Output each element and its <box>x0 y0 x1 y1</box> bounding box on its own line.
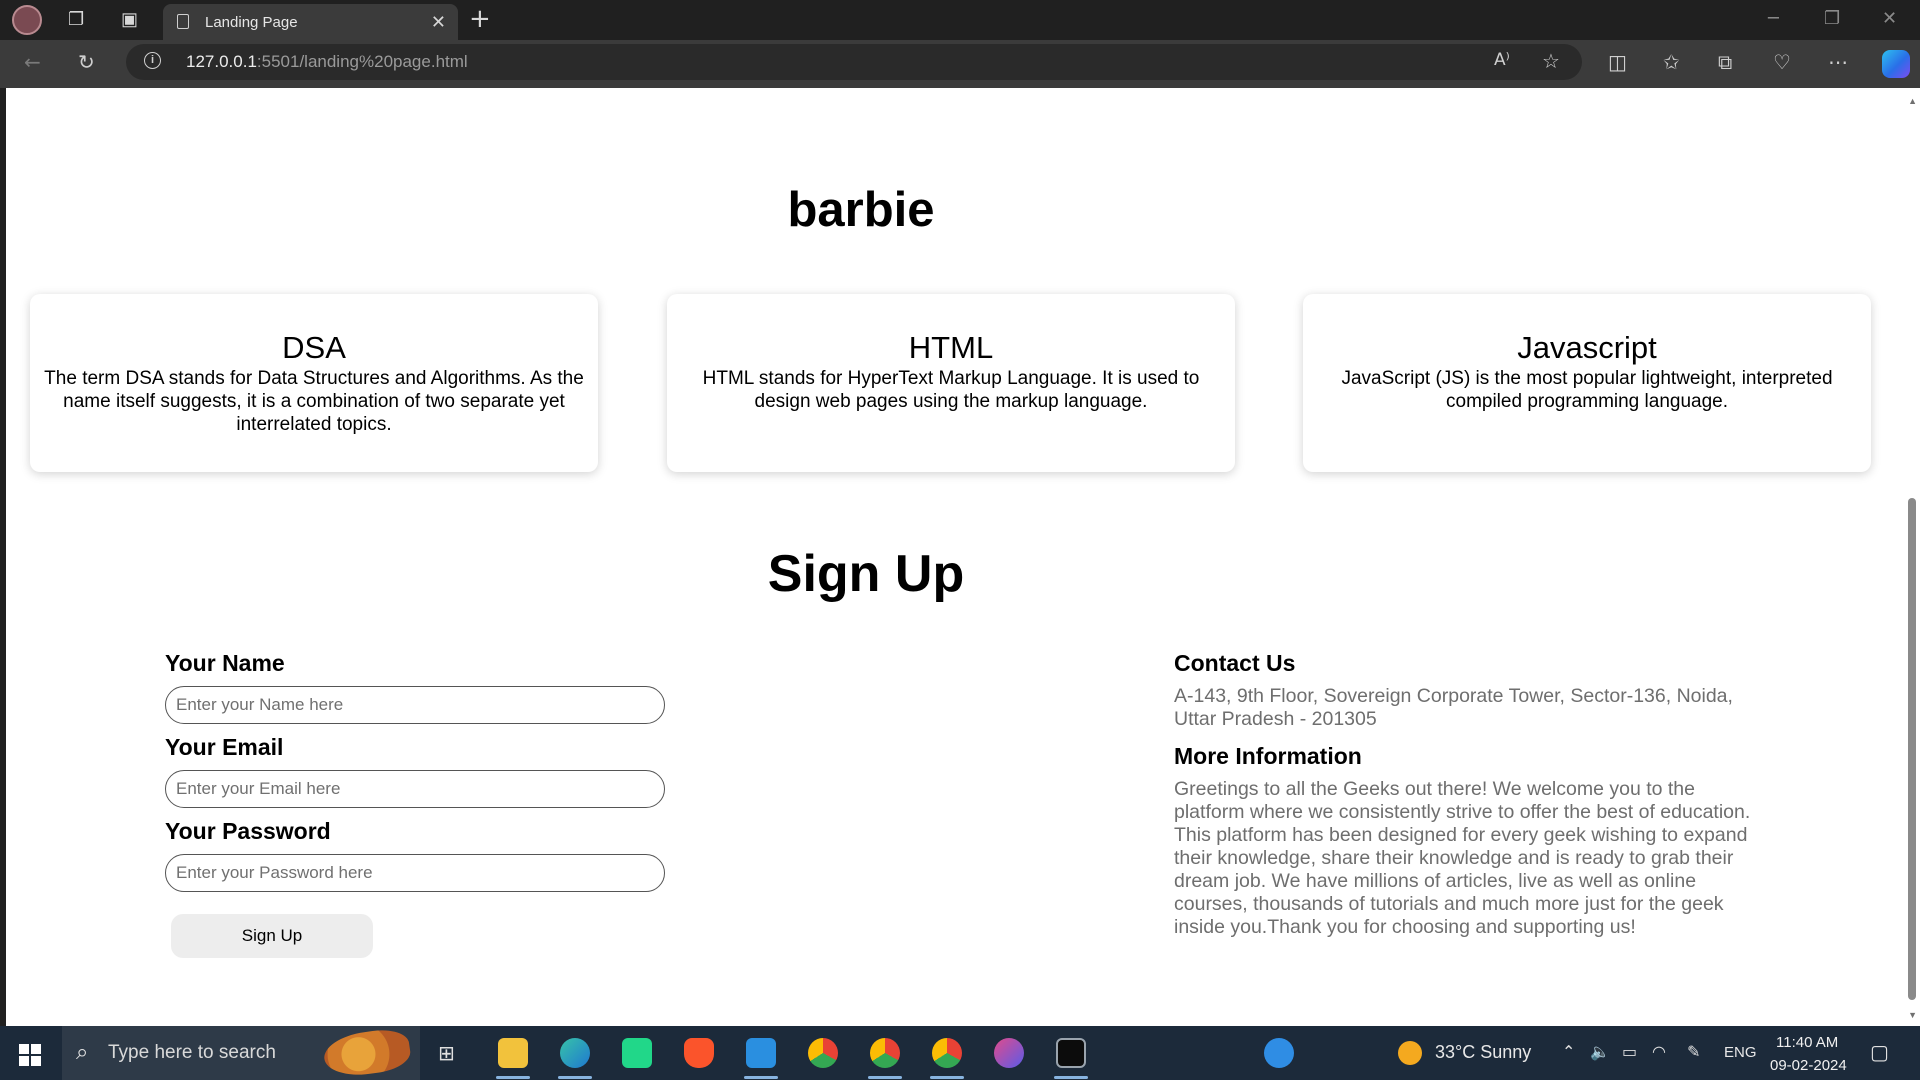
card-html: HTML HTML stands for HyperText Markup La… <box>667 294 1235 472</box>
contact-address: A-143, 9th Floor, Sovereign Corporate To… <box>1174 685 1733 730</box>
contact-section: Contact Us A-143, 9th Floor, Sovereign C… <box>1174 650 1754 939</box>
active-indicator <box>558 1076 592 1079</box>
favorites-icon[interactable]: ✩ <box>1663 52 1680 72</box>
close-window-icon[interactable]: ✕ <box>1882 8 1897 29</box>
browser-essentials-icon[interactable]: ♡ <box>1773 52 1791 72</box>
get-help-icon[interactable] <box>1264 1038 1294 1068</box>
windows-start-icon[interactable] <box>19 1044 41 1066</box>
minimize-icon[interactable]: ─ <box>1768 8 1779 29</box>
wifi-icon[interactable]: ◠ <box>1652 1042 1666 1061</box>
address-bar[interactable]: i 127.0.0.1:5501/landing%20page.html A⁾ … <box>126 44 1582 80</box>
card-title: DSA <box>282 330 346 365</box>
file-explorer-icon[interactable] <box>498 1038 528 1068</box>
browser-toolbar: ← ↻ i 127.0.0.1:5501/landing%20page.html… <box>0 40 1920 88</box>
back-icon[interactable]: ← <box>24 52 41 72</box>
tab-close-icon[interactable]: ✕ <box>431 12 446 33</box>
clock-date[interactable]: 09-02-2024 <box>1770 1057 1847 1074</box>
edge-browser-icon[interactable] <box>560 1038 590 1068</box>
new-tab-button[interactable]: + <box>469 6 491 32</box>
scroll-down-arrow-icon[interactable]: ▼ <box>1908 1010 1917 1020</box>
url-host: 127.0.0.1 <box>186 52 257 71</box>
discord-icon[interactable] <box>994 1038 1024 1068</box>
contact-heading: Contact Us <box>1174 650 1296 676</box>
page-title: barbie <box>787 183 935 237</box>
pen-icon[interactable]: ✎ <box>1687 1042 1700 1061</box>
email-label: Your Email <box>165 734 284 760</box>
clock-time[interactable]: 11:40 AM <box>1776 1034 1838 1051</box>
split-screen-icon[interactable]: ◫ <box>1608 52 1627 72</box>
favorite-star-icon[interactable]: ☆ <box>1542 51 1560 71</box>
site-info-icon[interactable]: i <box>144 52 161 69</box>
pycharm-icon[interactable] <box>622 1038 652 1068</box>
card-title: HTML <box>908 330 994 365</box>
scrollbar-thumb[interactable] <box>1908 498 1916 1000</box>
vertical-scrollbar[interactable]: ▲ ▼ <box>1904 88 1920 1026</box>
card-text: HTML stands for HyperText Markup Languag… <box>702 368 1200 412</box>
more-info-text: Greetings to all the Geeks out there! We… <box>1174 778 1751 938</box>
workspaces-icon[interactable]: ❐ <box>68 10 84 28</box>
name-input[interactable] <box>165 686 665 724</box>
page-icon <box>177 14 189 29</box>
active-indicator <box>496 1076 530 1079</box>
profile-avatar[interactable] <box>12 5 42 35</box>
brave-browser-icon[interactable] <box>684 1038 714 1068</box>
chrome-icon[interactable] <box>808 1038 838 1068</box>
active-indicator <box>744 1076 778 1079</box>
task-view-icon[interactable]: ⊞ <box>438 1041 455 1065</box>
taskbar-search-box[interactable]: ⌕ Type here to search <box>62 1026 420 1080</box>
terminal-icon[interactable] <box>1056 1038 1086 1068</box>
card-dsa: DSA The term DSA stands for Data Structu… <box>30 294 598 472</box>
refresh-icon[interactable]: ↻ <box>78 52 95 72</box>
language-indicator[interactable]: ENG <box>1724 1044 1757 1061</box>
show-hidden-icons-icon[interactable]: ⌃ <box>1562 1042 1575 1061</box>
chrome-profile-icon[interactable] <box>932 1038 962 1068</box>
card-text: JavaScript (JS) is the most popular ligh… <box>1341 368 1833 412</box>
password-input[interactable] <box>165 854 665 892</box>
card-javascript: Javascript JavaScript (JS) is the most p… <box>1303 294 1871 472</box>
more-info-heading: More Information <box>1174 743 1362 769</box>
signup-button[interactable]: Sign Up <box>171 914 373 958</box>
card-title: Javascript <box>1517 330 1657 365</box>
email-input[interactable] <box>165 770 665 808</box>
active-indicator <box>1054 1076 1088 1079</box>
copilot-icon[interactable] <box>1882 50 1910 78</box>
tab-actions-icon[interactable]: ▣ <box>121 10 138 28</box>
read-aloud-icon[interactable]: A⁾ <box>1494 52 1510 69</box>
chrome-profile-icon[interactable] <box>870 1038 900 1068</box>
more-menu-icon[interactable]: ⋯ <box>1828 52 1848 72</box>
tab-landing-page[interactable]: Landing Page ✕ <box>163 4 458 40</box>
name-label: Your Name <box>165 650 285 676</box>
page-viewport: barbie DSA The term DSA stands for Data … <box>6 88 1920 1026</box>
active-indicator <box>868 1076 902 1079</box>
signup-form: Your Name Your Email Your Password <box>165 650 685 892</box>
url-path: :5501/landing%20page.html <box>256 52 468 71</box>
card-text: The term DSA stands for Data Structures … <box>44 368 584 435</box>
search-placeholder: Type here to search <box>108 1042 276 1063</box>
password-label: Your Password <box>165 818 331 844</box>
browser-tab-bar: ❐ ▣ Landing Page ✕ + ─ ❐ ✕ <box>0 0 1920 40</box>
battery-icon[interactable]: ▭ <box>1622 1042 1637 1061</box>
search-icon: ⌕ <box>76 1040 89 1065</box>
search-highlight-pizza-icon[interactable] <box>321 1026 413 1080</box>
weather-text[interactable]: 33°C Sunny <box>1435 1042 1531 1063</box>
weather-sun-icon[interactable] <box>1398 1041 1422 1065</box>
windows-taskbar: ⌕ Type here to search ⊞ 33°C Sunny ⌃ 🔈 ▭… <box>0 1026 1920 1080</box>
vscode-icon[interactable] <box>746 1038 776 1068</box>
restore-icon[interactable]: ❐ <box>1824 8 1840 29</box>
active-indicator <box>930 1076 964 1079</box>
volume-icon[interactable]: 🔈 <box>1590 1042 1610 1061</box>
signup-title: Sign Up <box>767 545 965 603</box>
url-text[interactable]: 127.0.0.1:5501/landing%20page.html <box>186 52 468 72</box>
tab-title: Landing Page <box>205 14 298 31</box>
notifications-icon[interactable]: ▢ <box>1870 1040 1889 1064</box>
collections-icon[interactable]: ⧉ <box>1718 52 1732 72</box>
scroll-up-arrow-icon[interactable]: ▲ <box>1908 96 1917 106</box>
